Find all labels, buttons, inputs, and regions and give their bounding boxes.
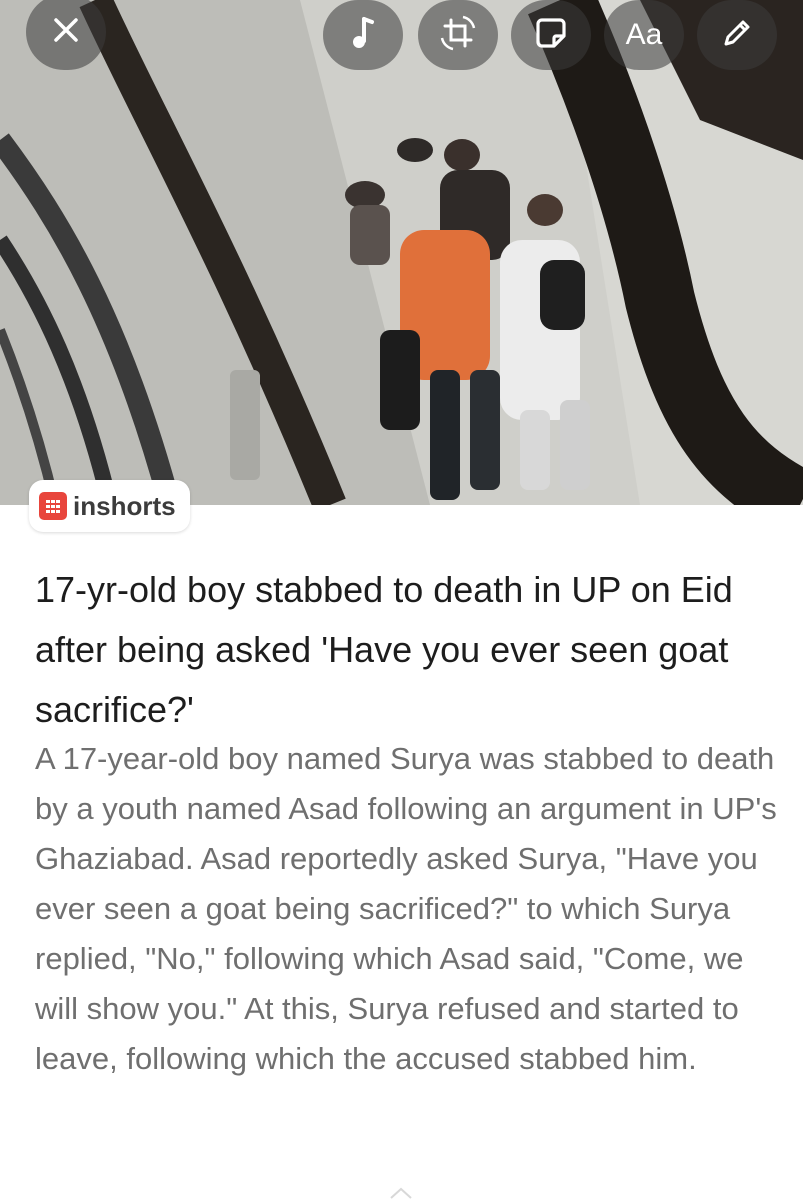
crop-button[interactable]	[418, 0, 498, 70]
close-icon	[51, 15, 81, 50]
text-label: Aa	[625, 18, 663, 51]
inshorts-badge: inshorts	[29, 480, 190, 532]
inshorts-logo-icon	[39, 492, 67, 520]
article-summary: A 17-year-old boy named Surya was stabbe…	[35, 741, 777, 1076]
article-headline: 17-yr-old boy stabbed to death in UP on …	[35, 569, 733, 730]
pencil-icon	[721, 17, 753, 54]
draw-button[interactable]	[697, 0, 777, 70]
music-button[interactable]	[323, 0, 403, 70]
text-button[interactable]: Aa	[604, 0, 684, 70]
sticker-button[interactable]	[511, 0, 591, 70]
sticker-icon	[534, 16, 568, 55]
news-photo	[0, 0, 803, 505]
music-note-icon	[348, 15, 378, 56]
chevron-up-icon[interactable]	[387, 1186, 415, 1200]
crop-rotate-icon	[439, 14, 477, 57]
brand-name: inshorts	[73, 490, 176, 521]
close-button[interactable]	[26, 0, 106, 70]
